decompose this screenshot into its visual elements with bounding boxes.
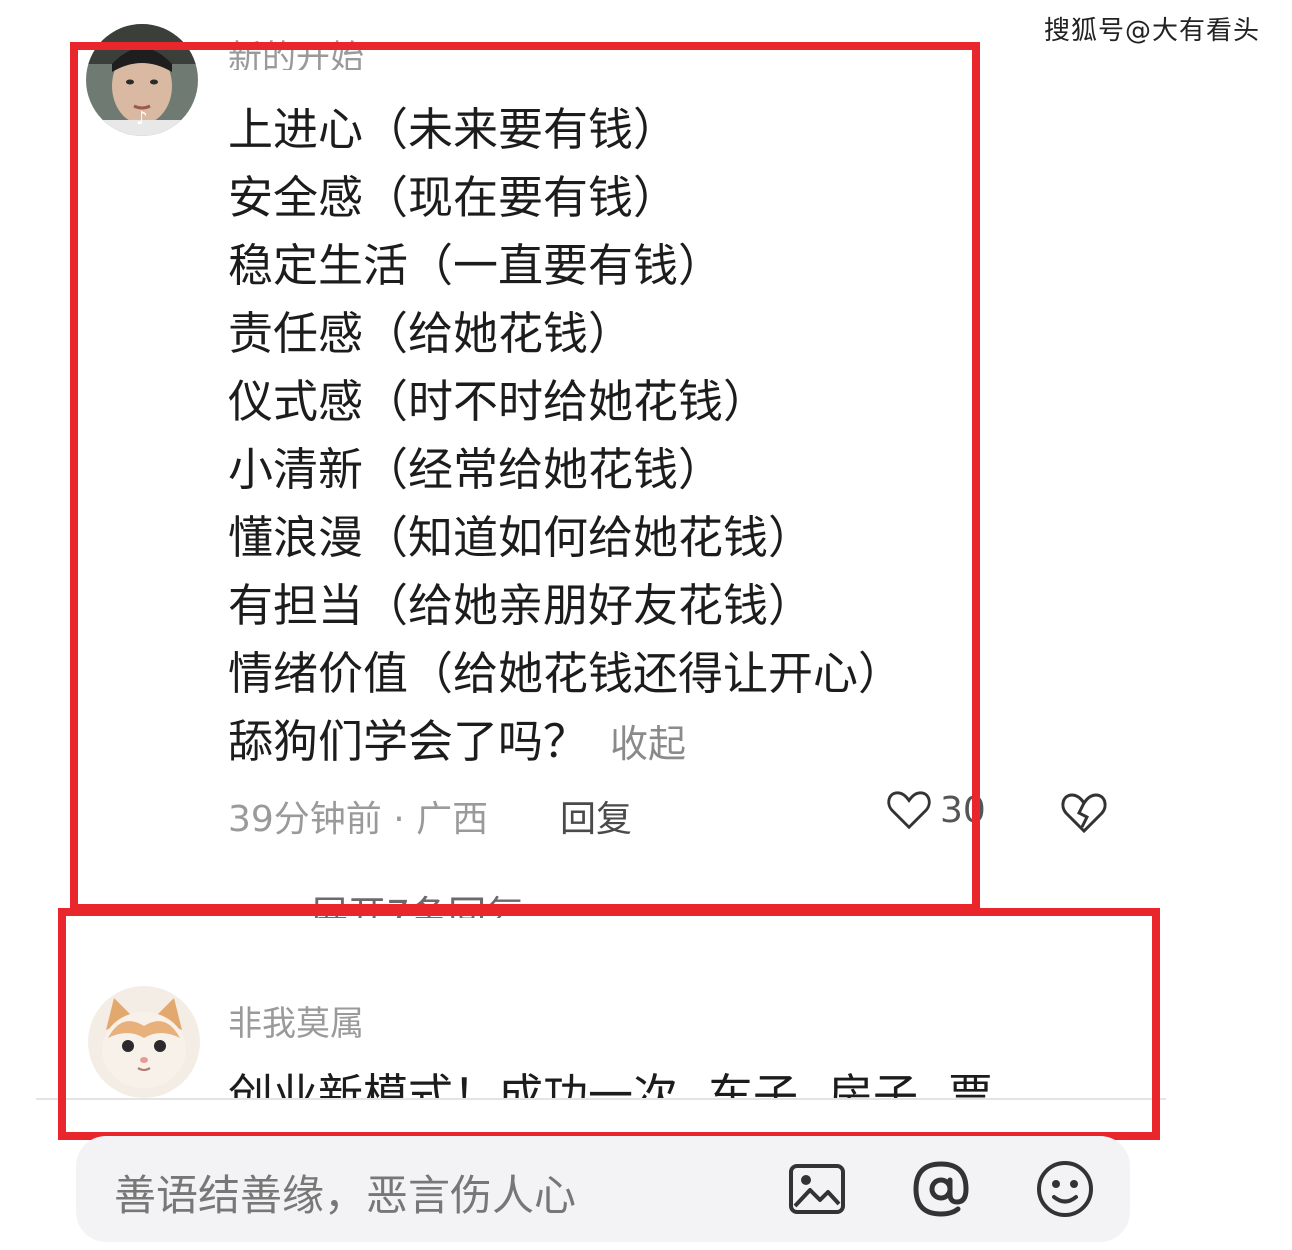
cat-avatar-icon xyxy=(88,986,200,1098)
divider xyxy=(36,1098,1166,1100)
emoji-button[interactable] xyxy=(1034,1158,1096,1220)
comment-line: 懂浪漫（知道如何给她花钱） xyxy=(228,511,814,564)
image-icon xyxy=(789,1164,845,1214)
comment-last-line: 舔狗们学会了吗？ 收起 xyxy=(228,708,903,776)
emoji-icon xyxy=(1037,1161,1093,1217)
comment-line: 仪式感（时不时给她花钱） xyxy=(228,375,769,428)
comment-line: 稳定生活（一直要有钱） xyxy=(228,239,724,292)
comment-line: 有担当（给她亲朋好友花钱） xyxy=(228,579,814,632)
user-avatar[interactable] xyxy=(88,986,200,1098)
user-avatar[interactable]: ♪ xyxy=(86,24,198,136)
comment-username[interactable]: 非我莫属 xyxy=(228,996,364,1045)
comment-body-truncated: 创业新模式！成功一次 车子 房子票 xyxy=(228,1062,993,1098)
expand-replies-link[interactable]: 展开7条回复 xyxy=(310,884,524,918)
mention-button[interactable] xyxy=(910,1158,972,1220)
comment-body: 上进心（未来要有钱） 安全感（现在要有钱） 稳定生活（一直要有钱） 责任感（给她… xyxy=(228,96,903,776)
like-count: 30 xyxy=(940,789,986,831)
comment-line: 情绪价值（给她花钱还得让开心） xyxy=(228,647,904,700)
reply-button[interactable]: 回复 xyxy=(560,790,632,842)
comment-line: 责任感（给她花钱） xyxy=(228,307,634,360)
collapse-link[interactable]: 收起 xyxy=(610,722,686,766)
comment-text: 房子 xyxy=(828,1069,919,1098)
comment-text: 车子 xyxy=(708,1069,799,1098)
watermark: 搜狐号@大有看头 xyxy=(1043,16,1260,46)
comment-line: 上进心（未来要有钱） xyxy=(228,103,679,156)
comment-line: 小清新（经常给她花钱） xyxy=(228,443,724,496)
comment-input-bar[interactable]: 善语结善缘，恶言伤人心 xyxy=(76,1136,1130,1242)
comment-line: 舔狗们学会了吗？ xyxy=(228,715,589,768)
like-button[interactable]: 30 xyxy=(886,788,986,832)
comment-input-placeholder[interactable]: 善语结善缘，恶言伤人心 xyxy=(114,1162,576,1223)
comment-meta: 39分钟前 · 广西 xyxy=(228,799,489,840)
avatar-photo-icon: ♪ xyxy=(86,24,198,136)
comment-text: 票 xyxy=(948,1069,994,1098)
comment-text: 创业新模式！成功一次 xyxy=(228,1069,679,1098)
image-button[interactable] xyxy=(786,1158,848,1220)
broken-heart-icon xyxy=(1061,793,1107,834)
highlight-box xyxy=(58,908,1160,1140)
comment-username[interactable]: 新的开始 xyxy=(228,30,364,70)
svg-text:♪: ♪ xyxy=(136,108,148,129)
dislike-button[interactable] xyxy=(1060,790,1108,840)
heart-icon xyxy=(887,791,931,830)
at-icon xyxy=(913,1161,969,1217)
comment-line: 安全感（现在要有钱） xyxy=(228,171,679,224)
